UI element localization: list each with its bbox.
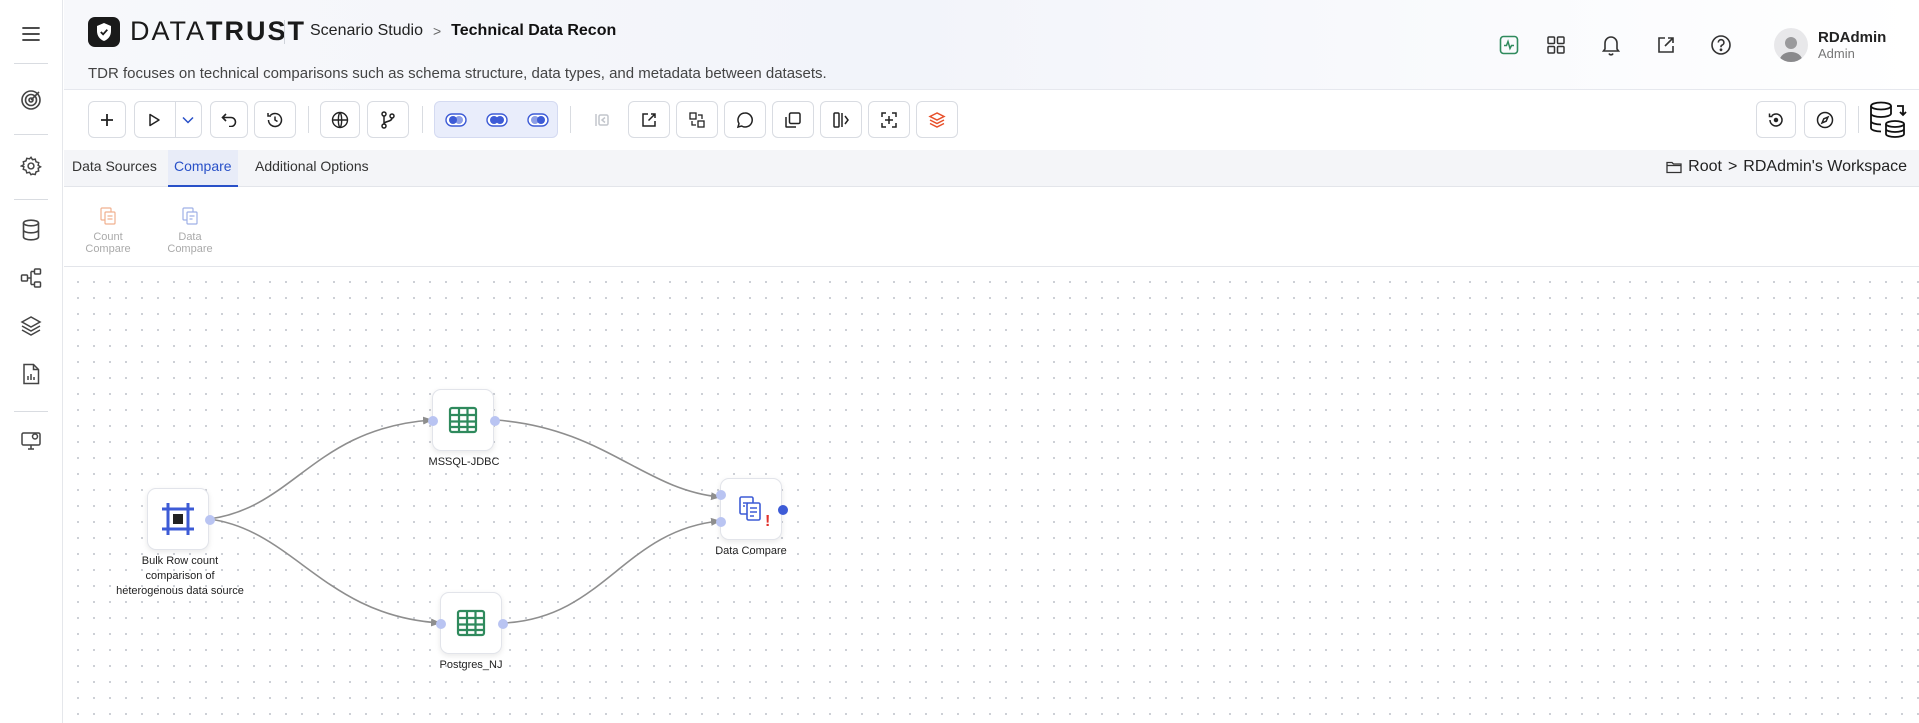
table-icon <box>456 609 486 637</box>
database-sync-icon[interactable] <box>1868 98 1908 142</box>
output-port[interactable] <box>205 515 215 525</box>
toggle-right-button[interactable] <box>518 101 558 138</box>
tab-bar: Data Sources Compare Additional Options … <box>64 150 1919 187</box>
add-button[interactable] <box>88 101 126 138</box>
postgres-node-label: Postgres_NJ <box>439 659 503 671</box>
gear-icon[interactable] <box>16 151 46 181</box>
restore-button[interactable] <box>1756 101 1796 138</box>
output-port[interactable] <box>778 505 788 515</box>
hamburger-icon[interactable] <box>16 19 46 49</box>
input-port[interactable] <box>436 619 446 629</box>
shield-icon <box>88 16 120 47</box>
workspace-separator: > <box>1727 158 1738 175</box>
input-port[interactable] <box>716 517 726 527</box>
palette-data-compare[interactable]: Data Compare <box>158 206 222 255</box>
data-compare-node[interactable]: ! <box>716 478 788 540</box>
undo-button[interactable] <box>210 101 248 138</box>
edge-mssql-to-compare <box>495 419 721 501</box>
output-port[interactable] <box>490 416 500 426</box>
mssql-node[interactable] <box>428 389 500 451</box>
brand-logo[interactable]: DATATRUST <box>88 16 306 47</box>
external-link-icon[interactable] <box>1653 32 1679 58</box>
first-step-button <box>582 101 622 138</box>
mssql-node-label: MSSQL-JDBC <box>428 456 500 468</box>
input-port[interactable] <box>428 416 438 426</box>
toggle-left-button[interactable] <box>436 101 476 138</box>
workflow-canvas[interactable]: Bulk Row count comparison of heterogenou… <box>64 268 1919 723</box>
database-icon[interactable] <box>16 215 46 245</box>
edge-layer <box>208 416 721 627</box>
report-icon[interactable] <box>16 359 46 389</box>
activity-icon[interactable] <box>1496 32 1522 58</box>
source-node[interactable] <box>147 488 215 550</box>
input-port[interactable] <box>716 490 726 500</box>
user-name: RDAdmin <box>1818 29 1887 46</box>
toolbar <box>64 91 1919 149</box>
page-title: Technical Data Recon <box>451 22 617 39</box>
bell-icon[interactable] <box>1598 32 1624 58</box>
postgres-node[interactable] <box>436 592 508 654</box>
edge-postgres-to-compare <box>503 517 721 624</box>
data-compare-icon <box>158 206 222 228</box>
stack-button[interactable] <box>916 101 958 138</box>
output-port[interactable] <box>498 619 508 629</box>
layers-icon[interactable] <box>16 311 46 341</box>
page-description: TDR focuses on technical comparisons suc… <box>88 65 827 82</box>
brand-part-1: DATA <box>130 16 207 46</box>
comment-button[interactable] <box>724 101 766 138</box>
avatar <box>1774 28 1808 62</box>
tab-compare[interactable]: Compare <box>168 150 238 187</box>
edge-source-to-mssql <box>208 416 433 520</box>
data-compare-icon <box>739 496 761 521</box>
workspace-name: RDAdmin's Workspace <box>1743 158 1907 175</box>
sidebar <box>0 0 63 723</box>
tab-additional-options[interactable]: Additional Options <box>249 150 375 187</box>
branch-button[interactable] <box>367 101 409 138</box>
chevron-down-icon[interactable] <box>182 116 194 124</box>
count-compare-icon <box>76 206 140 228</box>
user-menu[interactable]: RDAdmin Admin <box>1774 28 1886 62</box>
workspace-path[interactable]: Root > RDAdmin's Workspace <box>1666 158 1907 176</box>
folder-icon <box>1666 161 1682 174</box>
breadcrumb-parent[interactable]: Scenario Studio <box>310 22 423 40</box>
node-palette: Count Compare Data Compare <box>64 188 1919 267</box>
palette-label-line: Count <box>93 231 123 243</box>
table-icon <box>448 406 478 434</box>
source-node-label: Bulk Row count comparison of heterogenou… <box>116 555 244 597</box>
copy-button[interactable] <box>772 101 814 138</box>
palette-label-line: Compare <box>85 243 131 255</box>
play-icon <box>149 113 160 126</box>
palette-label-line: Compare <box>167 243 213 255</box>
breadcrumb: Scenario Studio > Technical Data Recon <box>310 22 616 40</box>
fit-view-button[interactable] <box>868 101 910 138</box>
breadcrumb-separator: > <box>432 23 442 39</box>
frame-icon <box>162 503 194 535</box>
run-button[interactable] <box>134 101 202 138</box>
palette-label-line: Data <box>178 231 202 243</box>
workflow-icon[interactable] <box>16 263 46 293</box>
workspace-root: Root <box>1688 158 1722 175</box>
export-button[interactable] <box>628 101 670 138</box>
history-button[interactable] <box>254 101 296 138</box>
mapping-button[interactable] <box>676 101 718 138</box>
monitor-icon[interactable] <box>16 425 46 455</box>
warning-badge: ! <box>765 513 771 530</box>
target-icon[interactable] <box>16 85 46 115</box>
app-header: DATATRUST Scenario Studio > Technical Da… <box>64 0 1919 90</box>
globe-button[interactable] <box>320 101 360 138</box>
user-role: Admin <box>1818 46 1855 61</box>
split-button[interactable] <box>820 101 862 138</box>
toggle-middle-button[interactable] <box>477 101 517 138</box>
data-compare-node-label: Data Compare <box>715 545 787 557</box>
palette-count-compare[interactable]: Count Compare <box>76 206 140 255</box>
brand-part-2: TRUST <box>206 16 307 46</box>
help-icon[interactable] <box>1708 32 1734 58</box>
apps-grid-icon[interactable] <box>1543 32 1569 58</box>
compass-button[interactable] <box>1804 101 1846 138</box>
tab-data-sources[interactable]: Data Sources <box>66 150 163 187</box>
